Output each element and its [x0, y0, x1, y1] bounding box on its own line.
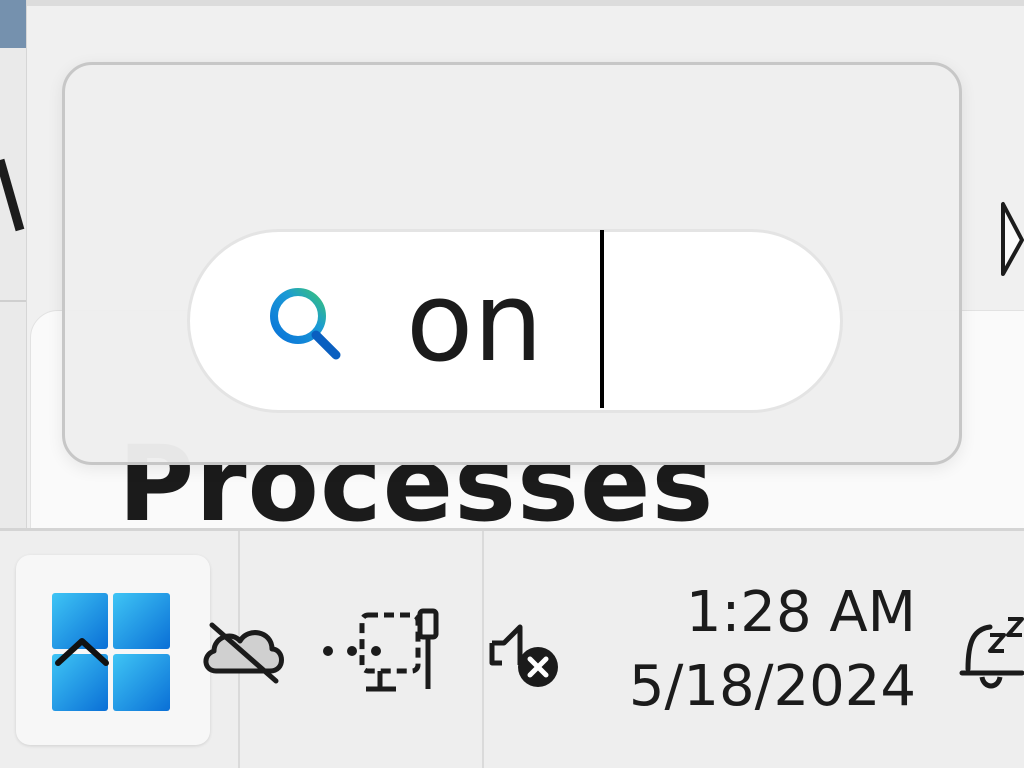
search-icon: [270, 288, 341, 360]
network-ethernet-icon[interactable]: [318, 601, 448, 701]
taskbar-separator: [482, 531, 484, 768]
window-left-accent: [0, 0, 26, 48]
partial-glyph-icon: [0, 158, 25, 232]
search-query-text: on: [406, 258, 544, 386]
clock-date: 5/18/2024: [628, 654, 916, 719]
window-top-edge: [0, 0, 1024, 6]
taskbar-clock[interactable]: 1:28 AM 5/18/2024: [629, 579, 916, 727]
search-input[interactable]: on: [187, 229, 843, 413]
volume-muted-icon[interactable]: [486, 617, 566, 697]
onedrive-offline-icon[interactable]: [198, 615, 288, 685]
window-left-divider: [0, 300, 26, 302]
notification-snooze-icon[interactable]: [956, 611, 1024, 701]
taskbar: 1:28 AM 5/18/2024: [0, 528, 1024, 768]
collapse-arrow-icon[interactable]: [1000, 200, 1024, 280]
screen: Processes on 1:28 AM 5/18/2024: [0, 0, 1024, 768]
chevron-up-icon[interactable]: [52, 631, 112, 671]
window-left-strip: [0, 0, 27, 528]
text-caret: [600, 230, 604, 408]
start-button[interactable]: [16, 555, 210, 745]
search-popup: on: [62, 62, 962, 465]
clock-time: 1:28 AM: [685, 580, 916, 645]
